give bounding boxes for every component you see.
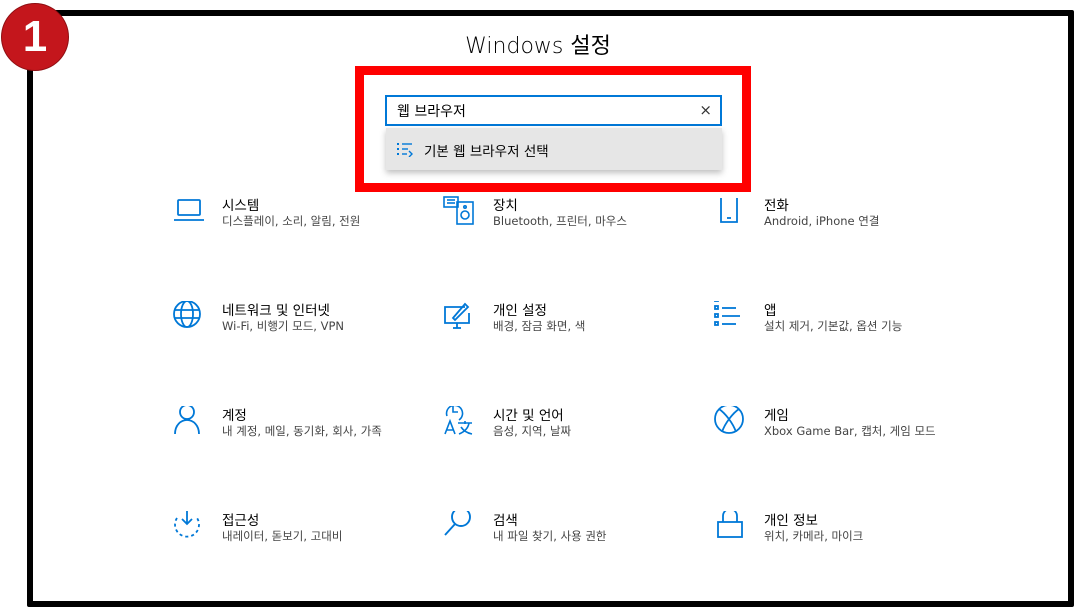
globe-icon xyxy=(172,301,206,335)
tile-name: 장치 xyxy=(493,198,518,214)
tile-name: 개인 설정 xyxy=(493,303,547,319)
tile-name: 네트워크 및 인터넷 xyxy=(222,303,330,319)
time-language-icon xyxy=(443,406,477,440)
tile-personalization[interactable]: 개인 설정 배경, 잠금 화면, 색 xyxy=(443,301,683,361)
devices-icon xyxy=(443,196,477,230)
tile-network[interactable]: 네트워크 및 인터넷 Wi-Fi, 비행기 모드, VPN xyxy=(172,301,412,361)
highlight-box xyxy=(355,66,751,192)
tile-description: 음성, 지역, 날짜 xyxy=(493,424,572,438)
tile-accessibility[interactable]: 접근성 내레이터, 돋보기, 고대비 xyxy=(172,511,412,571)
tile-description: 내레이터, 돋보기, 고대비 xyxy=(222,529,343,543)
tile-description: Xbox Game Bar, 캡처, 게임 모드 xyxy=(764,424,936,438)
page-title: Windows 설정 xyxy=(465,34,611,59)
tile-apps[interactable]: 앱 설치 제거, 기본값, 옵션 기능 xyxy=(714,301,954,361)
tile-name: 계정 xyxy=(222,408,247,424)
accessibility-icon xyxy=(172,511,206,545)
tile-description: Bluetooth, 프린터, 마우스 xyxy=(493,214,627,228)
tile-search[interactable]: 검색 내 파일 찾기, 사용 권한 xyxy=(443,511,683,571)
tile-name: 시간 및 언어 xyxy=(493,408,564,424)
tile-description: 내 계정, 메일, 동기화, 회사, 가족 xyxy=(222,424,382,438)
tile-description: Android, iPhone 연결 xyxy=(764,214,880,228)
tile-name: 개인 정보 xyxy=(764,513,818,529)
phone-icon xyxy=(714,196,748,230)
tile-name: 게임 xyxy=(764,408,789,424)
laptop-icon xyxy=(172,196,206,230)
lock-icon xyxy=(714,511,748,545)
tile-system[interactable]: 시스템 디스플레이, 소리, 알림, 전원 xyxy=(172,196,412,256)
tile-description: 내 파일 찾기, 사용 권한 xyxy=(493,529,607,543)
tile-name: 앱 xyxy=(764,303,777,319)
apps-list-icon xyxy=(714,301,748,335)
tile-description: 디스플레이, 소리, 알림, 전원 xyxy=(222,214,361,228)
tile-name: 전화 xyxy=(764,198,789,214)
step-number-badge: 1 xyxy=(2,4,68,70)
xbox-icon xyxy=(714,406,748,440)
tile-name: 시스템 xyxy=(222,198,260,214)
tile-devices[interactable]: 장치 Bluetooth, 프린터, 마우스 xyxy=(443,196,683,256)
tile-name: 검색 xyxy=(493,513,518,529)
tile-description: 위치, 카메라, 마이크 xyxy=(764,529,864,543)
tile-description: 설치 제거, 기본값, 옵션 기능 xyxy=(764,319,903,333)
tile-accounts[interactable]: 계정 내 계정, 메일, 동기화, 회사, 가족 xyxy=(172,406,412,466)
tile-description: Wi-Fi, 비행기 모드, VPN xyxy=(222,319,345,333)
tile-description: 배경, 잠금 화면, 색 xyxy=(493,319,586,333)
tile-privacy[interactable]: 개인 정보 위치, 카메라, 마이크 xyxy=(714,511,954,571)
tile-gaming[interactable]: 게임 Xbox Game Bar, 캡처, 게임 모드 xyxy=(714,406,954,466)
tile-time-language[interactable]: 시간 및 언어 음성, 지역, 날짜 xyxy=(443,406,683,466)
personalization-icon xyxy=(443,301,477,335)
search-icon xyxy=(443,511,477,545)
tile-phone[interactable]: 전화 Android, iPhone 연결 xyxy=(714,196,954,256)
person-icon xyxy=(172,406,206,440)
tile-name: 접근성 xyxy=(222,513,260,529)
